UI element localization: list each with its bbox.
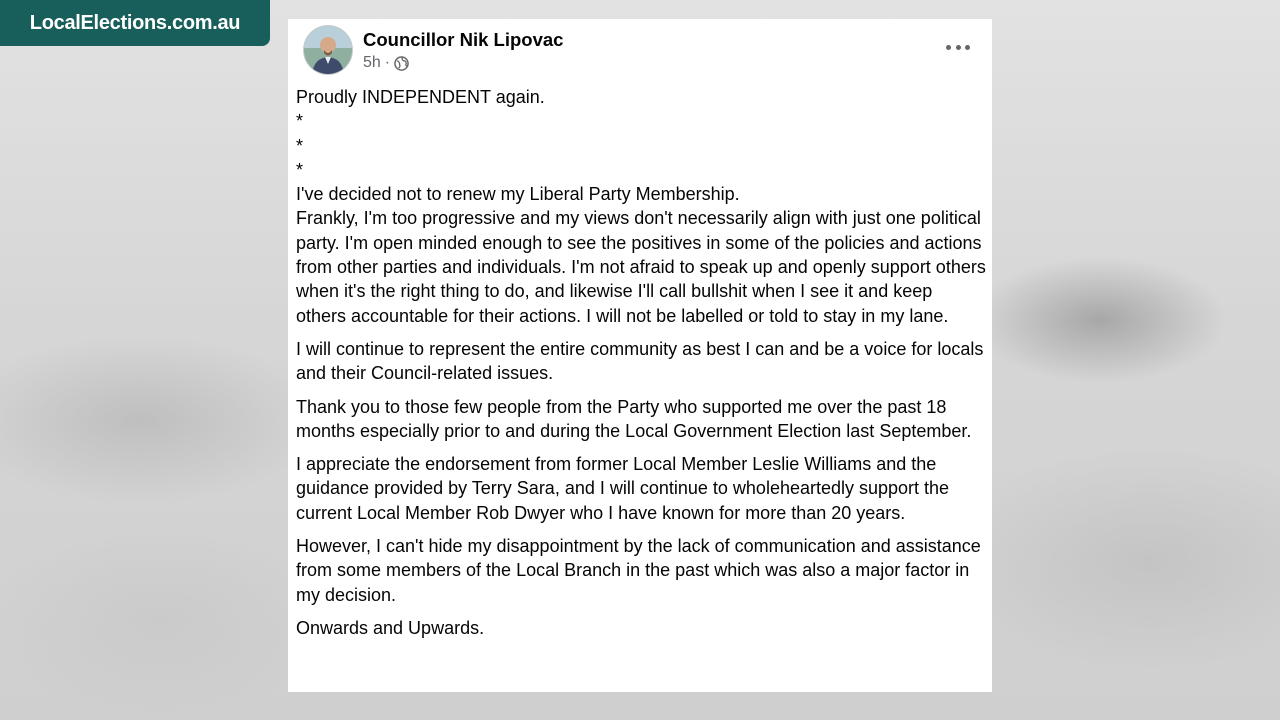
post-line: * bbox=[296, 111, 304, 132]
post-paragraph: Frankly, I'm too progressive and my view… bbox=[296, 208, 986, 326]
post-line: * bbox=[296, 159, 304, 180]
site-badge: LocalElections.com.au bbox=[0, 0, 270, 46]
site-badge-text: LocalElections.com.au bbox=[29, 11, 241, 34]
post-paragraph: I will continue to represent the entire … bbox=[296, 338, 984, 384]
post-line: * bbox=[296, 135, 304, 156]
post-paragraph: However, I can't hide my disappointment … bbox=[296, 536, 981, 605]
post-paragraph: Thank you to those few people from the P… bbox=[296, 396, 972, 441]
avatar-photo-icon bbox=[304, 26, 352, 74]
meta-separator: · bbox=[384, 54, 391, 71]
post-timestamp[interactable]: 5h bbox=[363, 54, 381, 72]
post-line: I've decided not to renew my Liberal Par… bbox=[296, 184, 740, 205]
facebook-post-card: Councillor Nik Lipovac 5h · Proudly INDE… bbox=[288, 19, 992, 692]
globe-icon[interactable] bbox=[394, 55, 409, 71]
post-paragraph: I appreciate the endorsement from former… bbox=[296, 454, 950, 523]
post-meta: 5h · bbox=[363, 54, 409, 72]
author-avatar[interactable] bbox=[304, 26, 352, 74]
post-header: Councillor Nik Lipovac 5h · bbox=[296, 19, 984, 89]
post-paragraph: Onwards and Upwards. bbox=[296, 617, 485, 638]
more-options-icon[interactable] bbox=[946, 39, 970, 55]
post-body: Proudly INDEPENDENT again. * * * I've de… bbox=[296, 85, 986, 649]
author-name[interactable]: Councillor Nik Lipovac bbox=[363, 29, 563, 51]
post-line: Proudly INDEPENDENT again. bbox=[296, 87, 545, 107]
